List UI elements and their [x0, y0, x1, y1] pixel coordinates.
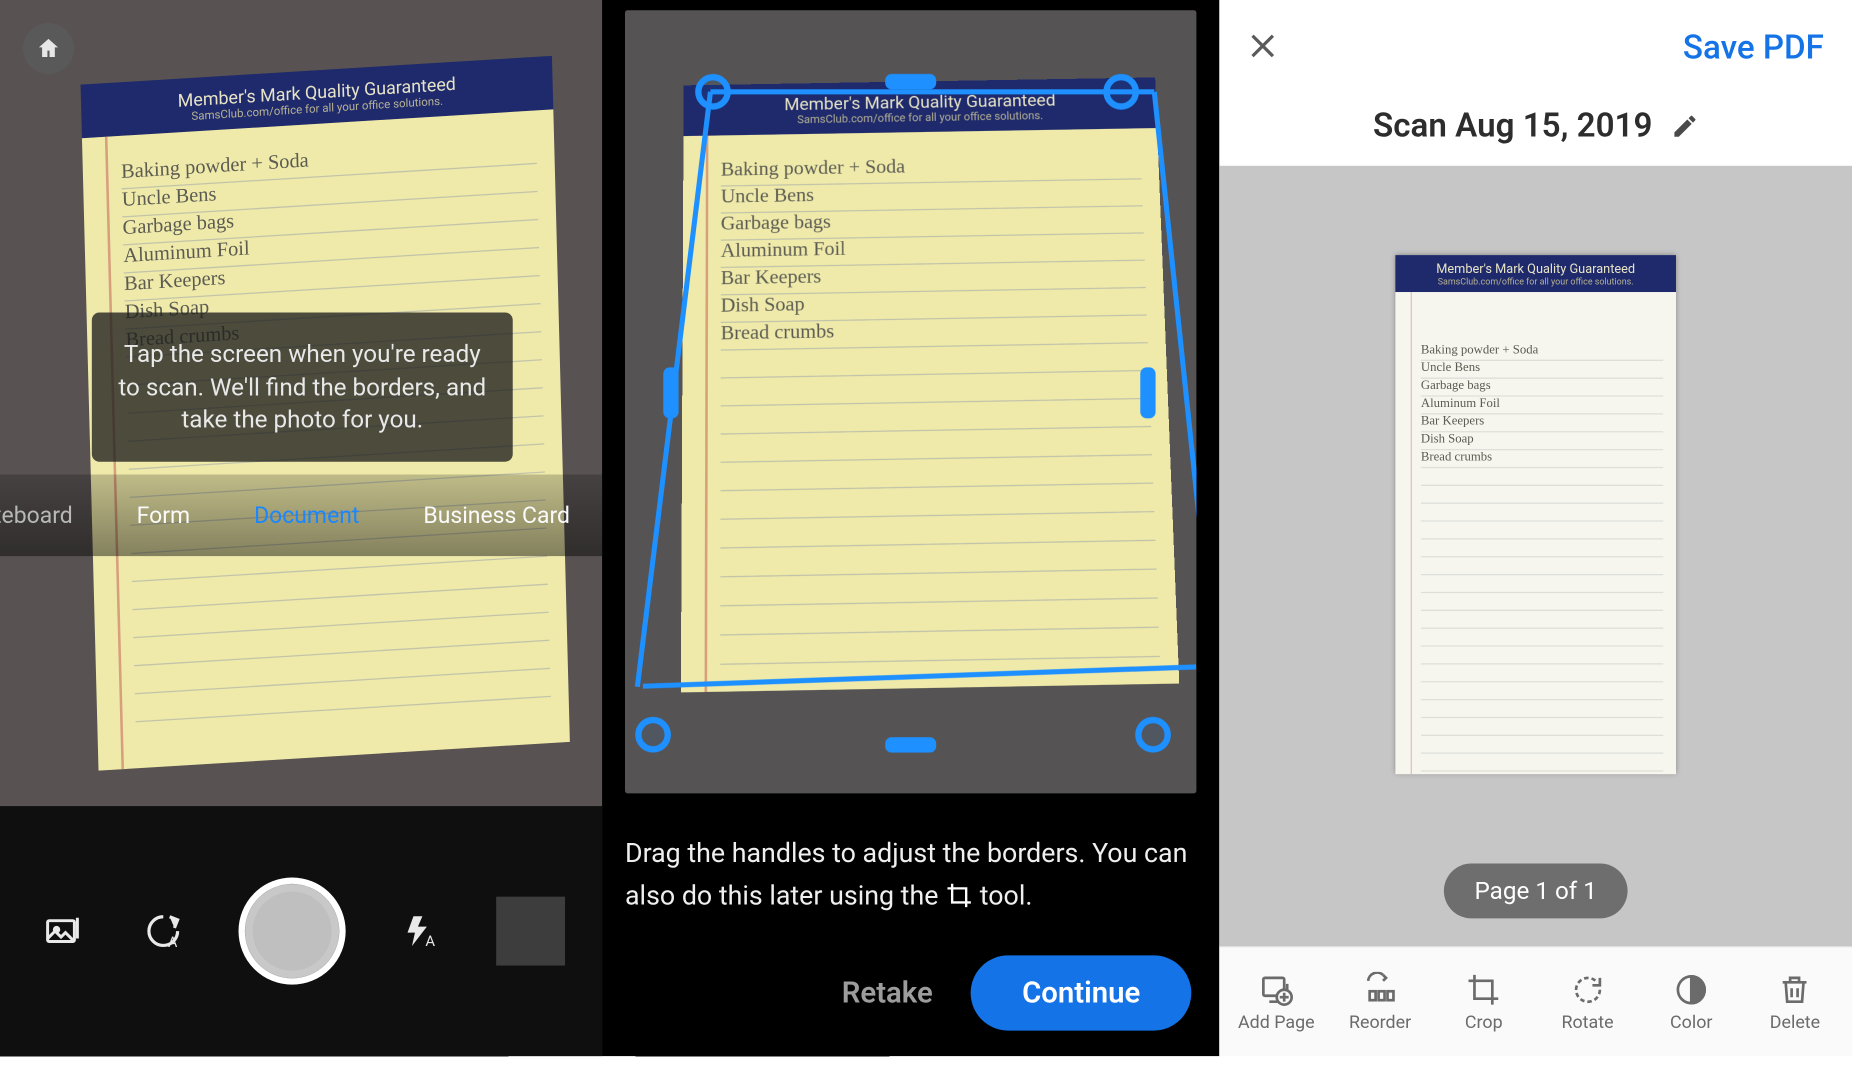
gallery-button[interactable] [37, 906, 88, 957]
crop-handle-top-left[interactable] [695, 74, 731, 110]
notepad-line: Baking powder + Soda [1421, 343, 1663, 361]
notepad-line [1421, 486, 1663, 504]
recent-scan-thumbnail[interactable] [496, 897, 565, 966]
notepad-line: Bar Keepers [1421, 415, 1663, 433]
camera-controls-bar: A A [0, 806, 602, 1056]
color-icon [1673, 971, 1709, 1007]
adjust-borders-panel: Member's Mark Quality Guaranteed SamsClu… [602, 0, 1219, 1056]
close-icon [1247, 30, 1278, 61]
camera-capture-panel: Member's Mark Quality Guaranteed SamsClu… [0, 0, 602, 1056]
shutter-button[interactable] [238, 878, 345, 985]
notepad-line [1421, 504, 1663, 522]
crop-handle-right[interactable] [1140, 367, 1155, 418]
close-button[interactable] [1247, 27, 1278, 69]
color-button[interactable]: Color [1645, 971, 1737, 1032]
tool-label: Reorder [1349, 1012, 1411, 1032]
document-title: Scan Aug 15, 2019 [1373, 107, 1652, 145]
notepad-line [1421, 754, 1663, 772]
mode-whiteboard[interactable]: Whiteboard [0, 502, 73, 529]
instr-post: tool. [980, 882, 1033, 913]
add-page-icon [1258, 971, 1294, 1007]
auto-capture-button[interactable]: A [138, 906, 189, 957]
instr-pre: Drag the handles to adjust the borders. … [625, 839, 1187, 912]
notepad-brand: Member's Mark Quality Guaranteed [1395, 263, 1676, 277]
review-toolbar: Add Page Reorder Crop Rotate Color Delet… [1219, 946, 1852, 1056]
review-panel: Save PDF Scan Aug 15, 2019 Member's Mark… [1219, 0, 1852, 1056]
crop-button[interactable]: Crop [1438, 971, 1530, 1032]
notepad-brand-sub: SamsClub.com/office for all your office … [1395, 277, 1676, 287]
notepad-line: Bread crumbs [1421, 450, 1663, 468]
notepad-line [1421, 647, 1663, 665]
notepad-line [1421, 682, 1663, 700]
svg-text:A: A [425, 932, 435, 950]
notepad-line [1421, 629, 1663, 647]
notepad-line [1421, 593, 1663, 611]
retake-button[interactable]: Retake [842, 976, 933, 1010]
rotate-button[interactable]: Rotate [1542, 971, 1634, 1032]
crop-icon [1466, 971, 1502, 1007]
capture-instruction-tooltip: Tap the screen when you're ready to scan… [92, 312, 513, 461]
flash-button[interactable]: A [395, 906, 446, 957]
crop-handle-top[interactable] [885, 74, 936, 89]
mode-document[interactable]: Document [254, 502, 359, 529]
camera-viewfinder[interactable]: Member's Mark Quality Guaranteed SamsClu… [0, 0, 602, 806]
notepad-line: Dish Soap [1421, 432, 1663, 450]
save-pdf-button[interactable]: Save PDF [1683, 29, 1824, 67]
home-icon [36, 36, 62, 62]
edit-title-icon[interactable] [1670, 112, 1698, 140]
gallery-icon [44, 913, 82, 949]
tool-label: Delete [1770, 1012, 1820, 1032]
home-button[interactable] [23, 23, 74, 74]
notepad-line [1421, 718, 1663, 736]
notepad-line [1421, 575, 1663, 593]
crop-handle-bottom-right[interactable] [1135, 717, 1171, 753]
add-page-button[interactable]: Add Page [1230, 971, 1322, 1032]
notepad-line: Garbage bags [1421, 379, 1663, 397]
crop-instruction-text: Drag the handles to adjust the borders. … [625, 819, 1196, 956]
crop-handle-left[interactable] [663, 367, 678, 418]
page-preview-area[interactable]: Member's Mark Quality Guaranteed SamsClu… [1219, 166, 1852, 947]
notepad-line [1421, 700, 1663, 718]
reorder-button[interactable]: Reorder [1334, 971, 1426, 1032]
crop-subject-notepad: Member's Mark Quality Guaranteed SamsClu… [681, 77, 1179, 695]
scanned-page-thumbnail[interactable]: Member's Mark Quality Guaranteed SamsClu… [1395, 255, 1676, 773]
mode-form[interactable]: Form [137, 502, 190, 529]
notepad-line [1421, 611, 1663, 629]
tool-label: Rotate [1561, 1012, 1613, 1032]
svg-text:A: A [168, 934, 178, 950]
notepad-line: Uncle Bens [1421, 361, 1663, 379]
crop-icon [945, 882, 973, 910]
notepad-line [1421, 522, 1663, 540]
page-indicator-badge: Page 1 of 1 [1444, 864, 1628, 919]
crop-handle-top-right[interactable] [1103, 74, 1139, 110]
notepad-line [1421, 468, 1663, 486]
continue-button[interactable]: Continue [971, 955, 1191, 1030]
notepad-line [1421, 736, 1663, 754]
reorder-icon [1362, 971, 1398, 1007]
mode-business-card[interactable]: Business Card [423, 502, 570, 529]
crop-handle-bottom[interactable] [885, 737, 936, 752]
tool-label: Add Page [1238, 1012, 1315, 1032]
tool-label: Color [1670, 1012, 1712, 1032]
crop-handle-bottom-left[interactable] [635, 717, 671, 753]
flash-auto-icon: A [403, 912, 439, 950]
trash-icon [1777, 971, 1813, 1007]
rotate-icon [1570, 971, 1606, 1007]
notepad-line [1421, 540, 1663, 558]
auto-capture-icon: A [144, 912, 182, 950]
tool-label: Crop [1465, 1012, 1503, 1032]
capture-mode-selector[interactable]: Whiteboard Form Document Business Card [0, 474, 602, 556]
notepad-line [1421, 665, 1663, 683]
notepad-line: Aluminum Foil [1421, 397, 1663, 415]
delete-button[interactable]: Delete [1749, 971, 1841, 1032]
crop-preview[interactable]: Member's Mark Quality Guaranteed SamsClu… [625, 10, 1196, 793]
notepad-line [1421, 557, 1663, 575]
